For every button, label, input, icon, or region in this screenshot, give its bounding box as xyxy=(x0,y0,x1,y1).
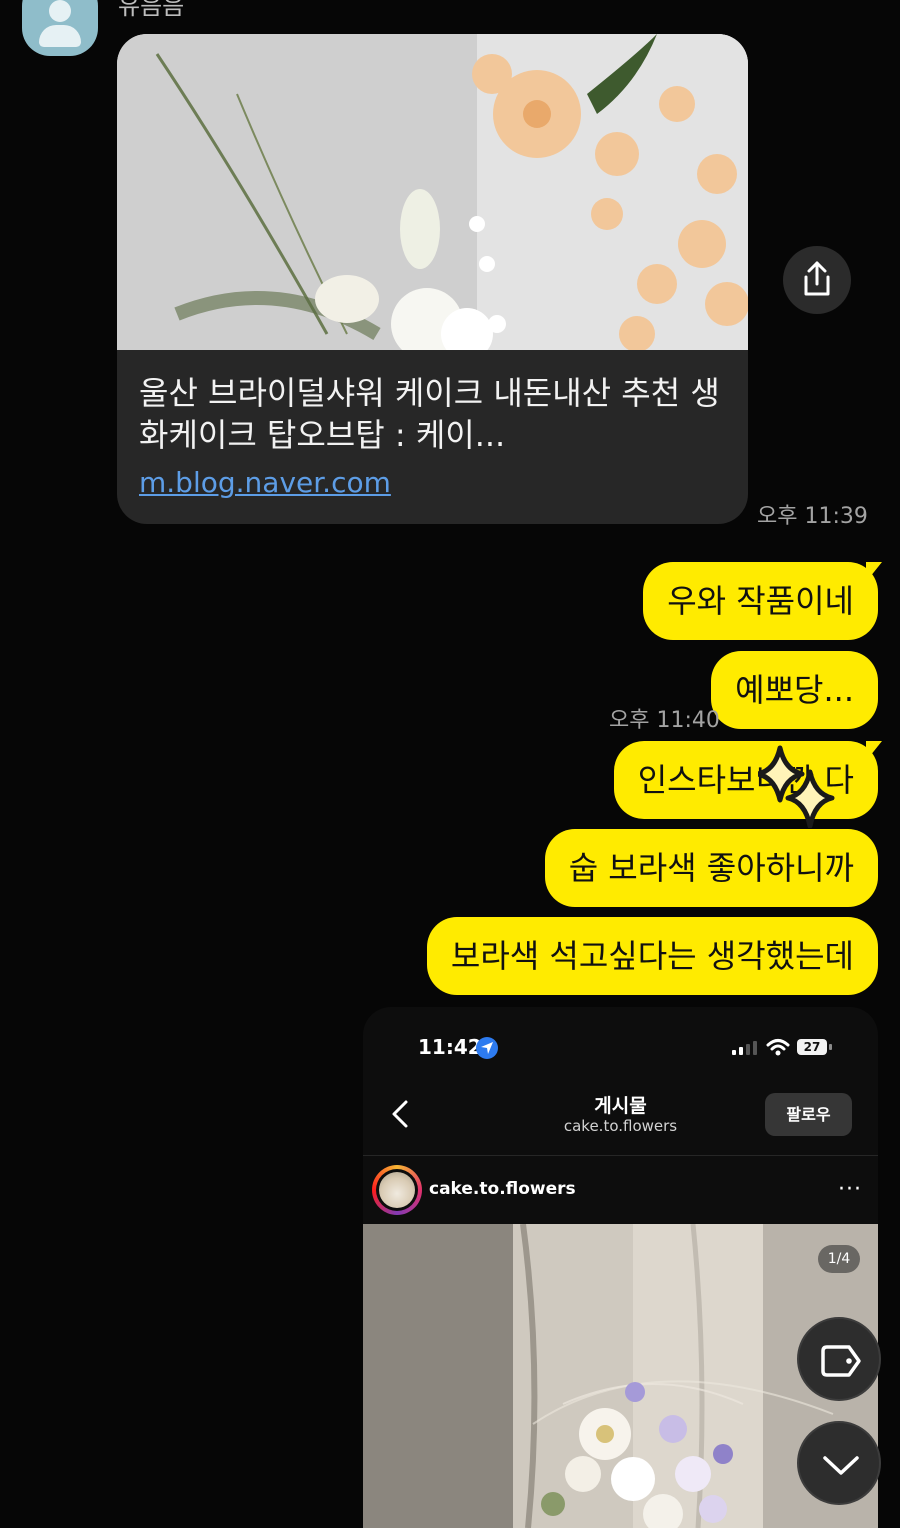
message-bubble[interactable]: 우와 작품이네 xyxy=(643,562,878,640)
battery-icon: 27 xyxy=(797,1039,827,1055)
location-icon xyxy=(476,1037,498,1059)
link-preview-card[interactable]: 울산 브라이덜샤워 케이크 내돈내산 추천 생화케이크 탑오브탑 : 케이...… xyxy=(117,34,748,524)
scroll-down-button[interactable] xyxy=(797,1421,881,1505)
avatar-photo xyxy=(379,1172,415,1208)
signal-icon xyxy=(732,1041,757,1055)
message-timestamp: 오후 11:40 xyxy=(609,708,720,733)
avatar-head xyxy=(49,0,71,22)
message-bubble[interactable]: 숩 보라색 좋아하니까 xyxy=(544,829,878,907)
status-time: 11:42 xyxy=(418,1035,482,1059)
sender-avatar[interactable] xyxy=(22,0,98,56)
link-url[interactable]: m.blog.naver.com xyxy=(139,466,391,499)
header-divider xyxy=(363,1155,878,1156)
avatar-body xyxy=(39,25,81,47)
share-icon xyxy=(804,261,830,296)
post-username[interactable]: cake.to.flowers xyxy=(429,1179,576,1199)
sparkle-emoticon xyxy=(758,745,835,828)
post-author-avatar[interactable] xyxy=(372,1165,422,1215)
share-button[interactable] xyxy=(783,246,851,314)
battery-tip xyxy=(829,1044,832,1050)
message-timestamp: 오후 11:39 xyxy=(757,504,868,529)
sender-name: 유음음 xyxy=(118,0,185,20)
more-options-icon[interactable]: ··· xyxy=(838,1177,862,1202)
link-title[interactable]: 울산 브라이덜샤워 케이크 내돈내산 추천 생화케이크 탑오브탑 : 케이... xyxy=(139,372,729,456)
message-bubble[interactable]: 보라색 석고싶다는 생각했는데 xyxy=(426,917,878,995)
wifi-icon xyxy=(766,1039,790,1056)
message-bubble[interactable]: 예뽀당... xyxy=(711,651,878,729)
image-counter: 1/4 xyxy=(818,1245,860,1273)
tag-icon xyxy=(821,1345,861,1377)
tag-button[interactable] xyxy=(797,1317,881,1401)
chevron-down-icon xyxy=(823,1456,859,1475)
follow-button[interactable]: 팔로우 xyxy=(765,1093,852,1136)
link-preview-image xyxy=(117,34,748,350)
